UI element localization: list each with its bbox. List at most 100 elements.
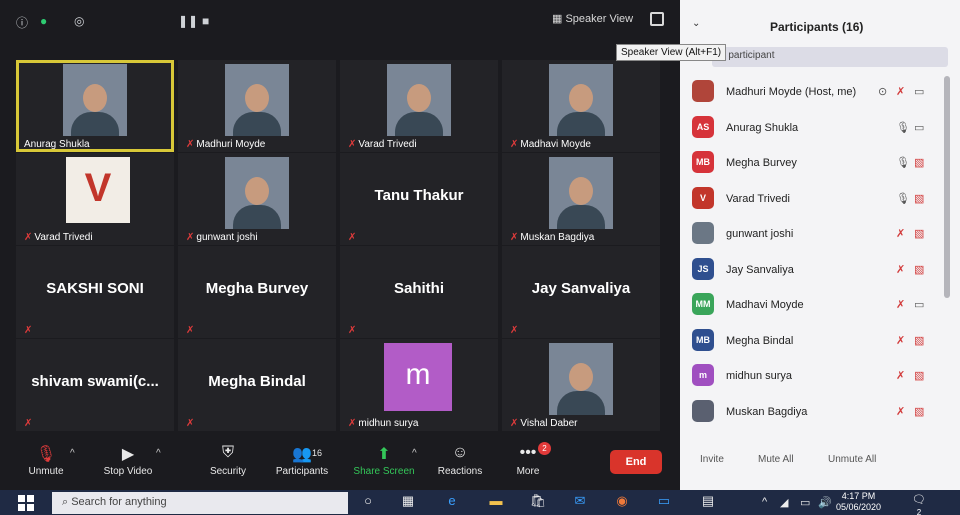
participant-name: Megha Burvey — [726, 157, 797, 169]
end-button[interactable]: End — [610, 450, 662, 474]
windows-start-icon[interactable] — [18, 495, 34, 511]
info-icon[interactable]: ⓘ — [16, 14, 28, 31]
video-tile[interactable]: Jay Sanvaliya ✗ — [502, 246, 660, 338]
mic-off-icon: ✗ — [24, 418, 33, 429]
host-options-icon[interactable]: ⊙ — [878, 85, 887, 98]
panel-header: ⌄ Participants (16) — [680, 0, 960, 44]
mic-off-icon[interactable]: ✗ — [896, 85, 905, 98]
tile-name: Varad Trivedi — [358, 139, 417, 150]
video-off-icon[interactable]: ▧ — [914, 192, 924, 205]
participants-button[interactable]: 👥 16 Participants — [262, 444, 342, 477]
video-on-icon[interactable]: ▭ — [914, 121, 924, 134]
video-off-icon[interactable]: ▧ — [914, 156, 924, 169]
security-button[interactable]: ⛨ Security — [188, 444, 268, 477]
chrome-icon[interactable]: ◉ — [612, 493, 632, 511]
chevron-down-icon[interactable]: ⌄ — [692, 18, 700, 29]
participant-row[interactable]: Madhuri Moyde (Host, me) ⊙ ✗ ▭ — [680, 76, 944, 112]
notification-center-icon[interactable]: 🗨2 — [910, 493, 928, 515]
tile-muted-indicator: ✗ — [24, 418, 34, 429]
mic-off-icon: ✗ — [348, 232, 357, 243]
video-tile[interactable]: ✗ Madhuri Moyde — [178, 60, 336, 152]
mic-on-icon[interactable]: 🎙 — [896, 156, 910, 169]
video-off-icon[interactable]: ▧ — [914, 369, 924, 382]
avatar-initials: MB — [696, 334, 710, 345]
video-tile[interactable]: shivam swami(c... ✗ — [16, 339, 174, 431]
participant-row[interactable]: MM Madhavi Moyde ✗ ▭ — [680, 289, 944, 325]
mic-off-icon[interactable]: ✗ — [896, 263, 905, 276]
video-tile[interactable]: ✗ Madhavi Moyde — [502, 60, 660, 152]
video-tile[interactable]: Megha Bindal ✗ — [178, 339, 336, 431]
video-off-icon[interactable]: ▧ — [914, 227, 924, 240]
participant-row[interactable]: JS Jay Sanvaliya ✗ ▧ — [680, 254, 944, 290]
video-tile[interactable]: Sahithi ✗ — [340, 246, 498, 338]
edge-browser-icon[interactable]: e — [442, 493, 462, 511]
invite-button[interactable]: Invite — [700, 454, 724, 465]
video-on-icon[interactable]: ▭ — [914, 85, 924, 98]
video-tile[interactable]: m ✗ midhun surya — [340, 339, 498, 431]
video-tile[interactable]: V ✗ Varad Trivedi — [16, 153, 174, 245]
panel-scrollbar[interactable] — [944, 76, 950, 298]
mic-off-icon[interactable]: ✗ — [896, 405, 905, 418]
video-off-icon[interactable]: ▧ — [914, 334, 924, 347]
taskbar-apps-icon[interactable]: ▦ — [398, 493, 418, 511]
speaker-view-button[interactable]: ▦ Speaker View — [552, 12, 633, 25]
avatar-initials: MM — [695, 299, 711, 309]
pause-icon[interactable]: ❚❚ — [178, 14, 198, 28]
fullscreen-icon[interactable] — [650, 12, 664, 26]
battery-icon[interactable]: ▭ — [800, 496, 810, 509]
store-icon[interactable]: 🛍 — [528, 493, 548, 511]
mic-off-icon[interactable]: ✗ — [896, 334, 905, 347]
participant-row[interactable]: gunwant joshi ✗ ▧ — [680, 218, 944, 254]
video-tile[interactable]: ✗ gunwant joshi — [178, 153, 336, 245]
share-options-chevron-icon[interactable]: ^ — [412, 448, 417, 459]
participant-display-name: Tanu Thakur — [374, 187, 464, 204]
video-on-icon[interactable]: ▭ — [914, 298, 924, 311]
record-icon[interactable]: ◎ — [74, 14, 84, 28]
mute-all-button[interactable]: Mute All — [758, 454, 794, 465]
tile-name-label: ✗ Varad Trivedi — [348, 139, 417, 150]
network-icon[interactable]: ◢ — [780, 496, 788, 509]
video-tile[interactable]: ✗ Muskan Bagdiya — [502, 153, 660, 245]
video-tile[interactable]: ✗ Varad Trivedi — [340, 60, 498, 152]
tile-name-label: ✗ Madhavi Moyde — [510, 139, 591, 150]
video-off-icon[interactable]: ▧ — [914, 263, 924, 276]
document-app-icon[interactable]: ▤ — [698, 493, 718, 511]
video-tile[interactable]: Megha Burvey ✗ — [178, 246, 336, 338]
unmute-all-button[interactable]: Unmute All — [828, 454, 876, 465]
participant-row[interactable]: MB Megha Burvey 🎙 ▧ — [680, 147, 944, 183]
participant-row[interactable]: m midhun surya ✗ ▧ — [680, 360, 944, 396]
mail-icon[interactable]: ✉ — [570, 493, 590, 511]
video-off-icon[interactable]: ▧ — [914, 405, 924, 418]
meeting-window: ⓘ ● ◎ ❚❚ ■ ▦ Speaker View Speaker View (… — [0, 0, 727, 490]
zoom-app-icon[interactable]: ▭ — [654, 493, 674, 511]
participant-row[interactable]: MB Megha Bindal ✗ ▧ — [680, 325, 944, 361]
mic-on-icon[interactable]: 🎙 — [896, 121, 910, 134]
mic-off-icon: ✗ — [186, 232, 195, 243]
video-options-chevron-icon[interactable]: ^ — [156, 448, 161, 459]
volume-icon[interactable]: 🔊 — [818, 496, 832, 509]
tile-name: midhun surya — [358, 418, 419, 429]
taskbar-search-input[interactable]: ⌕ Search for anything — [52, 492, 348, 514]
participant-row[interactable]: Muskan Bagdiya ✗ ▧ — [680, 396, 944, 432]
participant-search-input[interactable]: a participant — [712, 47, 948, 67]
more-badge: 2 — [538, 442, 551, 455]
taskbar-clock[interactable]: 4:17 PM 05/06/2020 — [836, 491, 881, 513]
shield-icon[interactable]: ● — [40, 14, 47, 28]
mic-on-icon[interactable]: 🎙 — [896, 192, 910, 205]
audio-options-chevron-icon[interactable]: ^ — [70, 448, 75, 459]
participant-row[interactable]: V Varad Trivedi 🎙 ▧ — [680, 183, 944, 219]
participant-row[interactable]: AS Anurag Shukla 🎙 ▭ — [680, 112, 944, 148]
task-view-icon[interactable]: ○ — [358, 493, 378, 511]
more-button[interactable]: ••• 2 More — [488, 442, 568, 477]
file-explorer-icon[interactable]: ▬ — [486, 493, 506, 511]
stop-icon[interactable]: ■ — [202, 14, 209, 28]
avatar-initials: MB — [696, 157, 710, 167]
mic-off-icon[interactable]: ✗ — [896, 369, 905, 382]
video-tile[interactable]: SAKSHI SONI ✗ — [16, 246, 174, 338]
video-tile[interactable]: ✗ Vishal Daber — [502, 339, 660, 431]
mic-off-icon[interactable]: ✗ — [896, 227, 905, 240]
video-tile[interactable]: Tanu Thakur ✗ — [340, 153, 498, 245]
tray-chevron-icon[interactable]: ^ — [762, 496, 767, 508]
mic-off-icon[interactable]: ✗ — [896, 298, 905, 311]
video-tile[interactable]: Anurag Shukla — [16, 60, 174, 152]
